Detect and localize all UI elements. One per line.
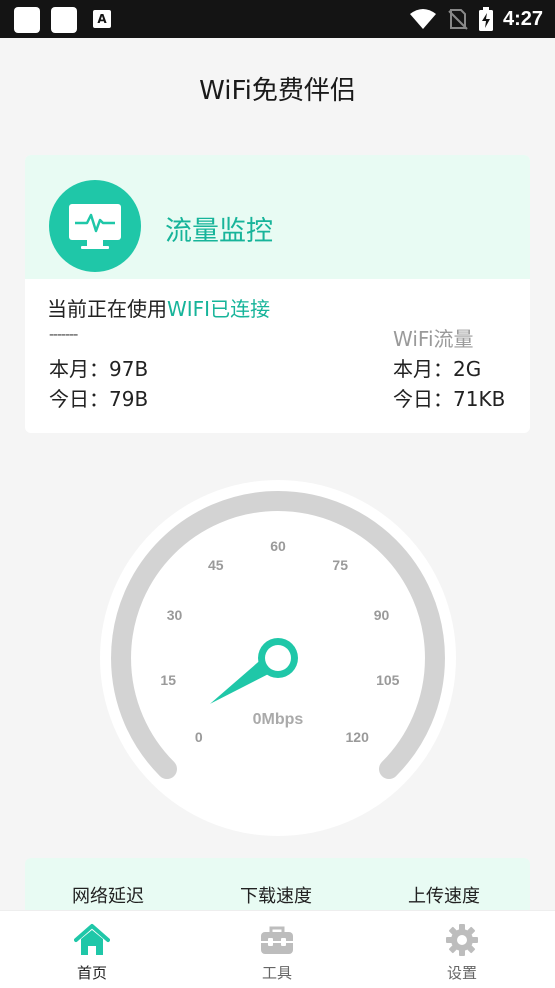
connection-status: 当前正在使用WIFI已连接 — [47, 293, 270, 322]
status-bar: A 4:27 — [0, 0, 555, 38]
gauge-tick-label: 30 — [167, 607, 183, 623]
wifi-month-usage: 本月：2G — [393, 357, 482, 381]
monitor-icon — [69, 204, 121, 249]
nav-label-home: 首页 — [76, 964, 107, 982]
bottom-navigation: 首页 工具 设置 — [0, 910, 555, 988]
gauge-tick-label: 0 — [195, 729, 203, 745]
speed-gauge[interactable]: 0 15 30 45 60 75 90 105 120 0Mbps — [98, 478, 458, 838]
upload-speed-label: 上传速度 — [408, 886, 480, 907]
nav-item-tools[interactable]: 工具 — [217, 911, 337, 988]
latency-label: 网络延迟 — [72, 886, 144, 907]
network-info-strip: 网络延迟 下载速度 上传速度 — [25, 858, 530, 918]
status-time: 4:27 — [502, 7, 543, 30]
nav-item-settings[interactable]: 设置 — [402, 911, 522, 988]
nav-item-home[interactable]: 首页 — [32, 911, 152, 988]
card-title: 流量监控 — [165, 216, 273, 247]
gauge-tick-label: 120 — [346, 729, 370, 745]
battery-charging-icon — [478, 7, 493, 31]
wifi-connected-status: WIFI已连接 — [167, 297, 271, 321]
keyboard-notification-icon: A — [93, 10, 111, 28]
page-title: WiFi免费伴侣 — [199, 76, 356, 106]
gauge-tick-label: 15 — [160, 672, 176, 688]
no-sim-icon — [448, 9, 468, 30]
nav-label-tools: 工具 — [261, 964, 292, 982]
wifi-signal-icon — [409, 9, 436, 29]
notification-icon — [14, 7, 40, 33]
gauge-tick-label: 45 — [208, 557, 224, 573]
home-icon — [74, 924, 110, 955]
mobile-data-placeholder: ------- — [49, 327, 78, 343]
gear-icon — [446, 924, 478, 956]
gauge-tick-label: 90 — [374, 607, 390, 623]
monitor-icon-circle — [49, 180, 141, 272]
notification-icon — [51, 7, 77, 33]
left-today-usage: 今日：79B — [49, 387, 149, 411]
gauge-tick-label: 105 — [376, 672, 400, 688]
usage-prefix: 当前正在使用 — [47, 297, 167, 321]
wifi-traffic-label: WiFi流量 — [393, 327, 474, 351]
gauge-tick-label: 60 — [270, 538, 286, 554]
toolbox-icon — [261, 926, 293, 954]
download-speed-label: 下载速度 — [240, 886, 312, 907]
gauge-tick-label: 75 — [332, 557, 348, 573]
speed-readout: 0Mbps — [253, 711, 304, 728]
nav-label-settings: 设置 — [446, 964, 477, 982]
card-header: 流量监控 — [25, 155, 530, 279]
gauge-hub-center — [265, 645, 291, 671]
wifi-today-usage: 今日：71KB — [393, 387, 506, 411]
left-month-usage: 本月：97B — [49, 357, 149, 381]
traffic-monitor-card[interactable]: 流量监控 当前正在使用WIFI已连接 ------- 本月：97B 今日：79B… — [25, 155, 530, 433]
